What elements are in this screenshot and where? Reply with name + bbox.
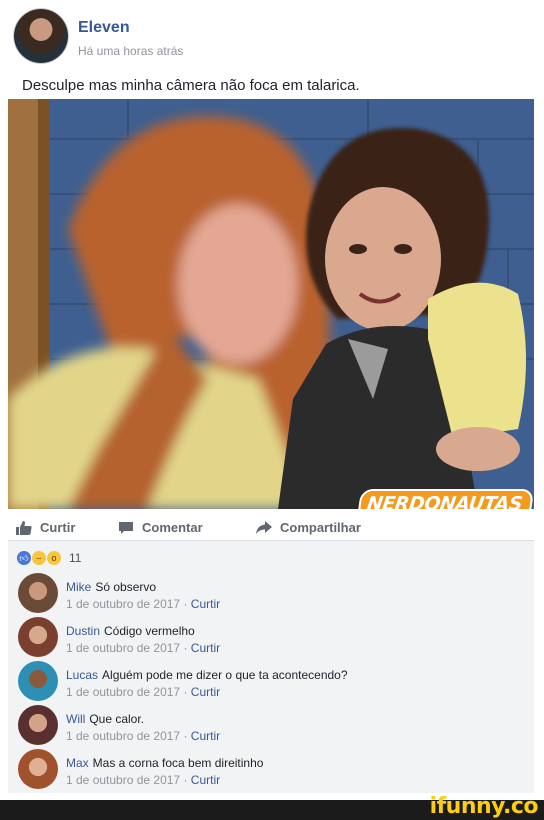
comment-text: Mas a corna foca bem direitinho xyxy=(92,756,264,770)
comment-date[interactable]: 1 de outubro de 2017 xyxy=(66,641,180,655)
comment-like-link[interactable]: Curtir xyxy=(191,773,220,787)
commenter-name[interactable]: Lucas xyxy=(66,668,98,682)
comment-item: Mike Só observo 1 de outubro de 2017 · Cu… xyxy=(18,573,518,615)
commenter-name[interactable]: Will xyxy=(66,712,85,726)
comment-date[interactable]: 1 de outubro de 2017 xyxy=(66,773,180,787)
comment-button[interactable]: Comentar xyxy=(118,520,203,535)
watermark-logo: NERDONAUTAS xyxy=(356,489,534,509)
wow-icon: o xyxy=(46,550,62,566)
reactions-summary[interactable]: 👍︎ ⌣ o 11 xyxy=(16,549,81,567)
comment-item: Lucas Alguém pode me dizer o que ta acont… xyxy=(18,661,518,703)
comment-text: Código vermelho xyxy=(104,624,195,638)
commenter-name[interactable]: Dustin xyxy=(66,624,100,638)
action-bar: Curtir Comentar Compartilhar xyxy=(8,516,534,540)
commenter-avatar[interactable] xyxy=(18,661,58,701)
comment-item: Will Que calor. 1 de outubro de 2017 · Cu… xyxy=(18,705,518,747)
post-text: Desculpe mas minha câmera não foca em ta… xyxy=(22,77,360,94)
post-photo[interactable]: NERDONAUTAS xyxy=(8,99,534,509)
share-button[interactable]: Compartilhar xyxy=(256,520,361,535)
share-label: Compartilhar xyxy=(280,520,361,535)
comment-like-link[interactable]: Curtir xyxy=(191,729,220,743)
comment-text: Só observo xyxy=(95,580,157,594)
comment-text: Que calor. xyxy=(89,712,145,726)
comment-date[interactable]: 1 de outubro de 2017 xyxy=(66,685,180,699)
comment-like-link[interactable]: Curtir xyxy=(191,597,220,611)
author-avatar[interactable] xyxy=(14,9,68,63)
reaction-count: 11 xyxy=(69,551,82,565)
commenter-name[interactable]: Mike xyxy=(66,580,91,594)
comments-panel: 👍︎ ⌣ o 11 Mike Só observo 1 de outubro de… xyxy=(8,540,534,793)
commenter-avatar[interactable] xyxy=(18,705,58,745)
comment-item: Max Mas a corna foca bem direitinho 1 de … xyxy=(18,749,518,791)
author-name[interactable]: Eleven xyxy=(78,19,130,37)
thumbs-up-icon xyxy=(16,520,32,535)
commenter-avatar[interactable] xyxy=(18,617,58,657)
comment-label: Comentar xyxy=(142,520,203,535)
commenter-avatar[interactable] xyxy=(18,749,58,789)
speech-bubble-icon xyxy=(119,521,133,534)
comment-like-link[interactable]: Curtir xyxy=(191,641,220,655)
commenter-name[interactable]: Max xyxy=(66,756,89,770)
post-timestamp[interactable]: Há uma horas atrás xyxy=(78,44,183,58)
footer-bar: ifunny.co xyxy=(0,794,544,820)
commenter-avatar[interactable] xyxy=(18,573,58,613)
comment-like-link[interactable]: Curtir xyxy=(191,685,220,699)
comment-item: Dustin Código vermelho 1 de outubro de 20… xyxy=(18,617,518,659)
share-arrow-icon xyxy=(256,520,272,534)
comment-date[interactable]: 1 de outubro de 2017 xyxy=(66,597,180,611)
haha-icon: ⌣ xyxy=(31,550,47,566)
photo-illustration xyxy=(8,99,534,509)
like-label: Curtir xyxy=(40,520,76,535)
like-icon: 👍︎ xyxy=(16,550,32,566)
comment-text: Alguém pode me dizer o que ta acontecend… xyxy=(102,668,348,682)
like-button[interactable]: Curtir xyxy=(16,520,75,535)
comment-date[interactable]: 1 de outubro de 2017 xyxy=(66,729,180,743)
ifunny-logo: ifunny.co xyxy=(429,794,539,819)
